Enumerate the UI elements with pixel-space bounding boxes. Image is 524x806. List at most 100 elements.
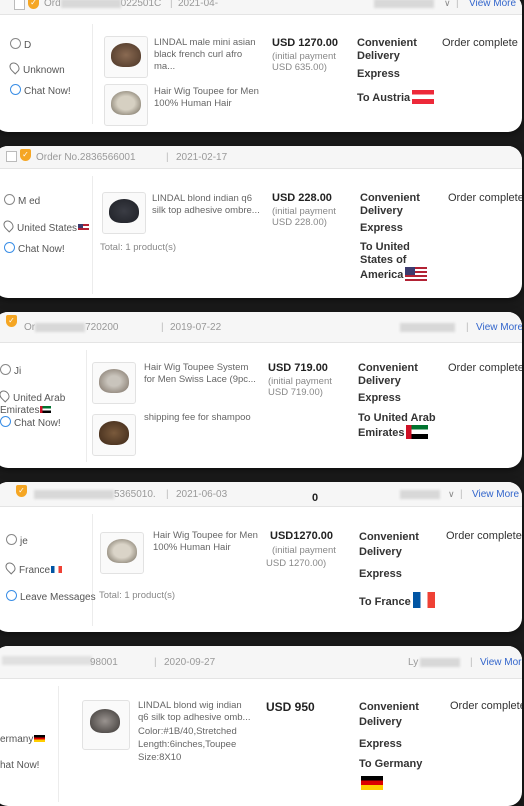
view-more-link[interactable]: View More	[469, 0, 516, 9]
location-icon	[7, 60, 22, 75]
header-extra: 0	[312, 492, 319, 504]
us-flag-icon	[405, 267, 428, 281]
product-name[interactable]: Hair Wig Toupee System for Men Swiss Lac…	[144, 362, 256, 386]
buyer-name: Ji	[14, 366, 22, 377]
delivery-type: Convenient Delivery	[359, 531, 419, 558]
order-checkbox[interactable]	[6, 151, 17, 162]
product-total: Total: 1 product(s)	[100, 242, 177, 253]
destination: To Germany	[359, 758, 423, 770]
france-flag-icon	[51, 566, 63, 573]
chat-icon	[0, 416, 11, 427]
product-name[interactable]: Hair Wig Toupee for Men 100% Human Hair	[153, 530, 261, 554]
leave-messages-link[interactable]: Leave Messages	[6, 590, 96, 603]
product-name[interactable]: LINDAL blond wig indian q6 silk top adhe…	[138, 700, 254, 724]
buyer-name: D	[24, 40, 32, 51]
order-number[interactable]: 5365010.	[34, 489, 156, 500]
initial-payment-label: (initial payment	[272, 206, 336, 217]
initial-payment-amount: USD 1270.00)	[266, 558, 327, 569]
order-number[interactable]: Or 720200	[24, 322, 118, 333]
location-icon	[0, 388, 12, 403]
chat-icon	[6, 590, 17, 601]
shipping-method: Express	[359, 738, 402, 750]
order-number[interactable]: 98001	[90, 657, 118, 668]
order-checkbox[interactable]	[14, 0, 25, 10]
order-card: ✓ 5365010. | 2021-06-03 0 ∨ | View More …	[0, 482, 522, 632]
delivery-type: Convenient Delivery	[359, 701, 419, 728]
initial-payment-amount: USD 719.00)	[268, 387, 323, 398]
product-name[interactable]: LINDAL male mini asian black french curl…	[154, 37, 262, 73]
chat-now-link[interactable]: Chat Now!	[10, 84, 71, 97]
order-status: Order complete	[446, 530, 522, 542]
location-icon	[3, 560, 18, 575]
location-icon	[1, 218, 16, 233]
buyer-location: Unknown	[23, 65, 65, 76]
order-price: USD1270.00	[270, 530, 333, 542]
view-more-link[interactable]: View More	[472, 489, 519, 500]
user-icon	[0, 364, 11, 375]
us-flag-icon	[78, 224, 90, 231]
delivery-type: Convenient Delivery	[358, 362, 418, 387]
order-status: Order complete	[450, 700, 522, 712]
buyer-name: M ed	[18, 196, 41, 207]
product-name[interactable]: LINDAL blond indian q6 silk top adhesive…	[152, 193, 262, 217]
user-icon	[10, 38, 21, 49]
order-price: USD 719.00	[268, 362, 328, 374]
order-header: ✓ Or 720200 | 2019-07-22 | View More	[0, 312, 522, 343]
product-thumbnail[interactable]	[100, 532, 144, 574]
france-flag-icon	[412, 592, 435, 608]
order-card: ✓ Ord 022501C | 2021-04- ∨ | View More D …	[0, 0, 522, 132]
shipping-method: Express	[358, 392, 401, 404]
order-number[interactable]: Order No.2836566001	[36, 152, 136, 163]
chat-now-link[interactable]: Chat Now!	[4, 242, 65, 255]
germany-flag-icon	[361, 776, 383, 790]
order-status: Order complete	[448, 362, 522, 374]
order-card: ✓ Or 720200 | 2019-07-22 | View More Ji U…	[0, 312, 522, 468]
chat-now-link[interactable]: Chat Now!	[0, 416, 61, 429]
chevron-down-icon[interactable]: ∨	[448, 489, 455, 500]
order-card: ✓ Order No.2836566001 | 2021-02-17 M ed …	[0, 146, 522, 298]
order-header: ✓ Ord 022501C | 2021-04- ∨ | View More	[0, 0, 522, 15]
buyer-name: je	[20, 536, 28, 547]
order-date: 2020-09-27	[164, 657, 216, 668]
order-date: 2019-07-22	[170, 322, 222, 333]
initial-payment-label: (initial payment	[268, 376, 332, 387]
initial-payment-amount: USD 635.00)	[272, 62, 327, 73]
product-thumbnail[interactable]	[102, 192, 146, 234]
chevron-down-icon[interactable]: ∨	[444, 0, 451, 9]
uae-flag-icon	[40, 406, 52, 413]
order-price: USD 1270.00	[272, 37, 339, 49]
shipping-method: Express	[359, 568, 402, 580]
product-sku-size: Size:8X10	[138, 752, 182, 763]
order-status: Order complete	[442, 37, 518, 49]
view-more-link[interactable]: View More	[480, 657, 522, 668]
product-thumbnail[interactable]	[92, 362, 136, 404]
product-thumbnail[interactable]	[92, 414, 136, 456]
trade-assurance-icon: ✓	[6, 315, 17, 327]
product-total: Total: 1 product(s)	[99, 590, 176, 601]
buyer-location: France	[19, 565, 51, 576]
destination: To United States of America	[360, 241, 440, 282]
trade-assurance-icon: ✓	[28, 0, 39, 9]
initial-payment-label: (initial payment	[272, 51, 336, 62]
product-name[interactable]: Hair Wig Toupee for Men 100% Human Hair	[154, 86, 262, 110]
product-thumbnail[interactable]	[104, 84, 148, 126]
order-card: 98001 | 2020-09-27 Ly | View More ermany…	[0, 646, 522, 806]
view-more-link[interactable]: View More	[476, 322, 522, 333]
order-number[interactable]: Ord 022501C	[44, 0, 161, 9]
initial-payment-amount: USD 228.00)	[272, 217, 327, 228]
header-extra: Ly	[408, 657, 419, 668]
order-price: USD 228.00	[272, 192, 332, 204]
order-header: 98001 | 2020-09-27 Ly | View More	[0, 646, 522, 679]
product-thumbnail[interactable]	[82, 700, 130, 750]
chat-icon	[4, 242, 15, 253]
destination: To United Arab Emirates	[358, 412, 436, 439]
austria-flag-icon	[412, 90, 435, 104]
product-thumbnail[interactable]	[104, 36, 148, 78]
chat-now-link[interactable]: hat Now!	[0, 760, 39, 771]
user-icon	[6, 534, 17, 545]
chat-icon	[10, 84, 21, 95]
delivery-type: Convenient Delivery	[357, 37, 417, 62]
product-name[interactable]: shipping fee for shampoo	[144, 412, 256, 424]
shipping-method: Express	[360, 222, 403, 234]
order-date: 2021-02-17	[176, 152, 228, 163]
